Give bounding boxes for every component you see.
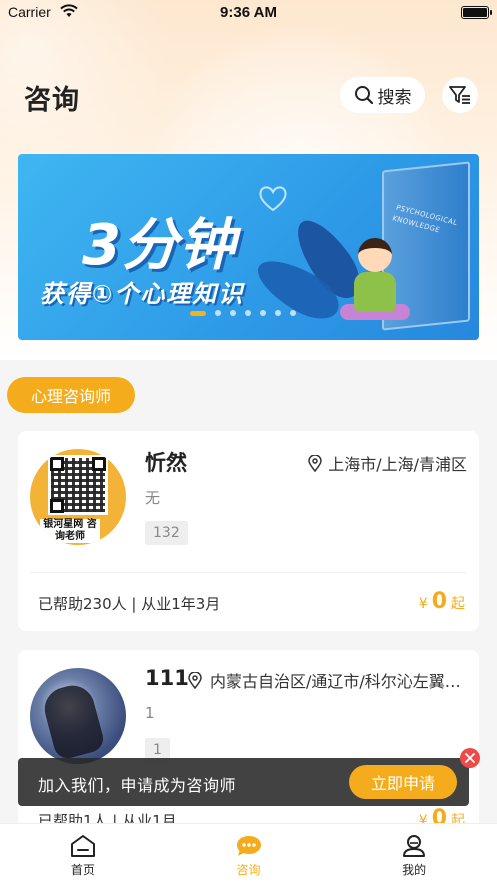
price-currency: ¥ bbox=[418, 596, 428, 612]
profile-icon bbox=[403, 835, 426, 857]
counselor-stats: 已帮助230人 | 从业1年3月 bbox=[38, 595, 221, 613]
location-text: 上海市/上海/青浦区 bbox=[328, 455, 467, 474]
counselor-location: 上海市/上海/青浦区 bbox=[308, 451, 467, 475]
search-icon bbox=[354, 86, 373, 105]
join-banner: 加入我们，申请成为咨询师 立即申请 bbox=[18, 758, 469, 806]
location-pin-icon bbox=[308, 454, 322, 472]
join-text: 加入我们，申请成为咨询师 bbox=[38, 776, 237, 795]
search-button[interactable]: 搜索 bbox=[340, 77, 425, 113]
banner-title: 3分钟 bbox=[82, 213, 236, 278]
price-amount: 0 bbox=[431, 589, 447, 614]
tab-label: 咨询 bbox=[236, 863, 261, 877]
counselor-card[interactable]: 111 内蒙古自治区/通辽市/科尔沁左翼… 1 1 已帮助1人 | 从业1月 ¥… bbox=[18, 650, 479, 840]
carousel-dot[interactable] bbox=[230, 310, 236, 316]
filter-button[interactable] bbox=[442, 77, 478, 113]
tab-home[interactable]: 首页 bbox=[0, 824, 166, 883]
close-icon bbox=[465, 753, 475, 763]
banner-carousel[interactable]: 3分钟 获得①个心理知识 PSYCHOLOGICAL KNOWLEDGE bbox=[18, 154, 479, 340]
carousel-dot[interactable] bbox=[215, 310, 221, 316]
carousel-dot[interactable] bbox=[260, 310, 266, 316]
carousel-dot[interactable] bbox=[290, 310, 296, 316]
girl-illustration bbox=[354, 272, 396, 312]
search-label: 搜索 bbox=[377, 87, 412, 108]
tab-consult[interactable]: 咨询 bbox=[166, 824, 332, 883]
tab-bar: 首页 咨询 我的 bbox=[0, 823, 497, 883]
carousel-dot[interactable] bbox=[190, 310, 206, 316]
clock: 9:36 AM bbox=[220, 4, 277, 21]
avatar-photo bbox=[39, 680, 107, 762]
location-text: 内蒙古自治区/通辽市/科尔沁左翼… bbox=[210, 672, 461, 691]
close-join-banner-button[interactable] bbox=[460, 748, 480, 768]
carousel-indicator bbox=[190, 310, 296, 316]
battery-icon bbox=[461, 6, 492, 19]
counselor-location: 内蒙古自治区/通辽市/科尔沁左翼… bbox=[188, 668, 468, 692]
avatar-label: 银河星网 咨询老师 bbox=[40, 519, 100, 543]
counselor-description: 无 bbox=[145, 489, 161, 507]
page-title: 咨询 bbox=[24, 85, 80, 116]
heart-icon bbox=[259, 186, 287, 212]
price-suffix: 起 bbox=[451, 596, 465, 612]
location-pin-icon bbox=[188, 671, 202, 689]
qr-code-image bbox=[48, 455, 108, 515]
tab-profile[interactable]: 我的 bbox=[331, 824, 497, 883]
tab-label: 我的 bbox=[402, 863, 427, 877]
tab-label: 首页 bbox=[70, 863, 95, 877]
banner-subtitle: 获得①个心理知识 bbox=[40, 280, 245, 308]
divider bbox=[30, 572, 467, 573]
avatar: 银河星网 咨询老师 bbox=[30, 449, 126, 545]
counselor-description: 1 bbox=[145, 704, 155, 722]
counselor-name: 忻然 bbox=[145, 451, 187, 475]
status-bar: Carrier 9:36 AM bbox=[0, 0, 497, 26]
counselor-price: ¥ 0 起 bbox=[419, 589, 465, 614]
book-text: PSYCHOLOGICAL KNOWLEDGE bbox=[391, 203, 459, 235]
avatar bbox=[30, 668, 126, 764]
carousel-dot[interactable] bbox=[275, 310, 281, 316]
counselor-card[interactable]: 银河星网 咨询老师 忻然 上海市/上海/青浦区 无 132 已帮助230人 | … bbox=[18, 431, 479, 631]
carousel-dot[interactable] bbox=[245, 310, 251, 316]
girl-illustration bbox=[358, 238, 392, 272]
section-tag-counselors[interactable]: 心理咨询师 bbox=[7, 377, 135, 413]
chat-icon bbox=[236, 836, 261, 856]
apply-now-button[interactable]: 立即申请 bbox=[349, 765, 457, 799]
filter-icon bbox=[449, 86, 470, 104]
home-icon bbox=[70, 835, 95, 857]
counselor-tag: 132 bbox=[145, 521, 188, 545]
counselor-name: 111 bbox=[145, 666, 189, 690]
